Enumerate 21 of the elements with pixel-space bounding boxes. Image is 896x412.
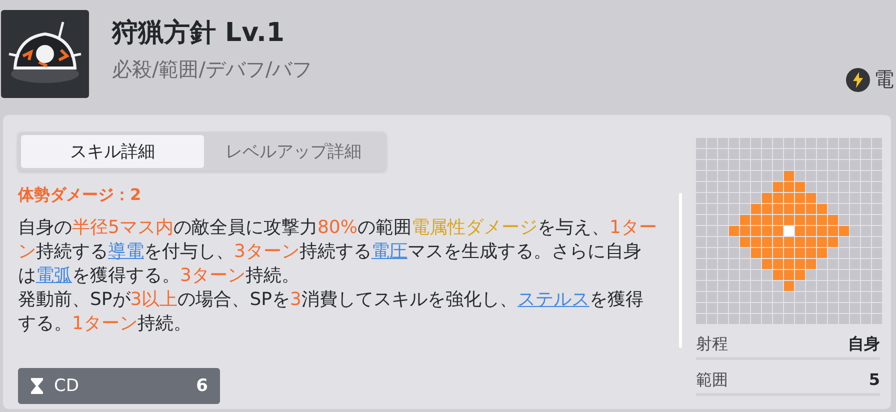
stance-damage: 体勢ダメージ：2 [18, 185, 142, 206]
cooldown-value: 6 [196, 376, 208, 396]
keyword-link[interactable]: 電弧 [36, 265, 72, 286]
keyword-link[interactable]: ステルス [517, 289, 590, 310]
tab[interactable]: レベルアップ詳細 [204, 135, 383, 168]
element-label: 電 [874, 66, 894, 93]
skill-title: 狩猟方針 Lv.1 [112, 17, 286, 50]
tab[interactable]: スキル詳細 [21, 135, 204, 168]
skill-description: 発動前、SPが3以上の場合、SPを3消費してスキルを強化し、ステルス を獲得する。1ターン持続。 [18, 288, 644, 336]
lightning-icon [846, 68, 870, 92]
keyword-link[interactable]: 導電 [108, 241, 144, 262]
keyword-link[interactable]: 電圧 [371, 241, 408, 262]
skill-icon [1, 10, 89, 98]
stat-label: 範囲 [696, 370, 728, 391]
stat-value: 自身 [848, 334, 880, 355]
cooldown-label: CD [54, 376, 79, 396]
stat-label: 射程 [696, 334, 728, 355]
skill-description: 自身の半径5マス内の敵全員に攻撃力80%の範囲電属性ダメージを与え、1ターン持続する導電を付与し、3ターン持続する 電圧マスを生成する。さらに自身は電弧を獲得する。3ターン持続。 [18, 216, 658, 288]
skill-tags: 必殺/範囲/デバフ/バフ [112, 56, 312, 83]
hourglass-icon [30, 377, 44, 395]
stat-value: 5 [868, 370, 880, 391]
